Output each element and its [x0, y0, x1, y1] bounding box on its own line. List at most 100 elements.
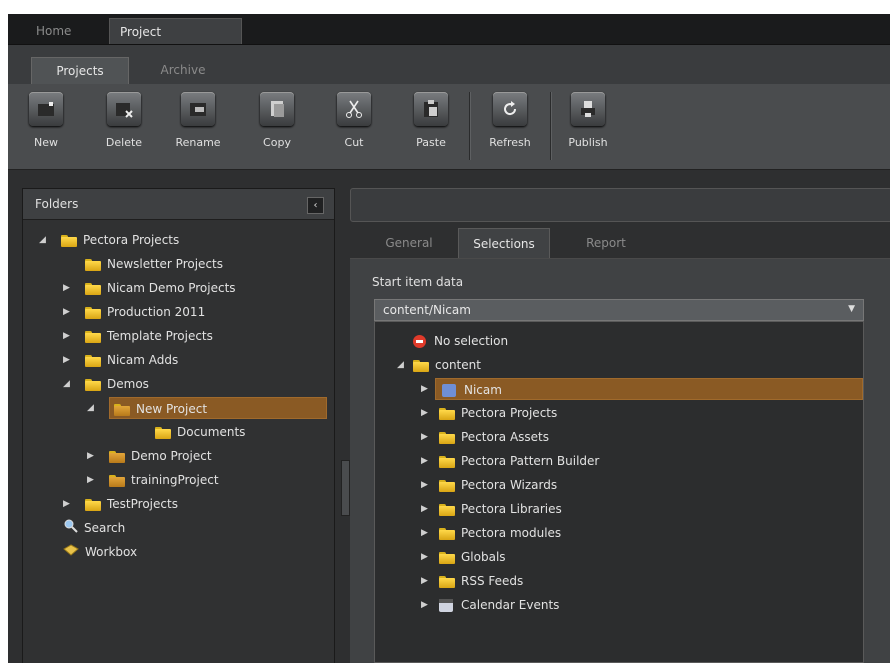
tree-item-pectora-wizards[interactable]: ▶ Pectora Wizards [421, 474, 557, 496]
expand-arrow-icon[interactable]: ◢ [39, 229, 46, 251]
folder-icon [85, 282, 101, 295]
project-manager-window: Home Project Manager✖ Projects Archive N… [8, 14, 890, 663]
calendar-icon [439, 599, 453, 612]
folder-icon [114, 403, 130, 416]
tab-projects[interactable]: Projects [31, 57, 129, 84]
rename-button[interactable]: Rename [168, 92, 228, 149]
tree-item-label: Production 2011 [107, 305, 206, 319]
new-button-label: New [34, 136, 58, 149]
tree-item-nicam-adds[interactable]: ▶ Nicam Adds [63, 349, 178, 371]
expand-arrow-icon[interactable]: ▶ [63, 349, 70, 371]
expand-arrow-icon[interactable]: ▶ [421, 570, 428, 592]
expand-arrow-icon[interactable]: ▶ [421, 378, 428, 400]
folder-icon [439, 575, 455, 588]
tree-item-content[interactable]: ◢ content [397, 354, 481, 376]
tab-home[interactable]: Home [26, 18, 104, 44]
tree-item-label: Demo Project [131, 449, 212, 463]
folders-title: Folders [35, 197, 79, 211]
tree-item-demos[interactable]: ◢ Demos [63, 373, 149, 395]
tree-item-test-projects[interactable]: ▶ TestProjects [63, 493, 178, 515]
tree-item-new-project[interactable]: New Project [109, 397, 327, 419]
expand-arrow-icon[interactable]: ▶ [421, 498, 428, 520]
new-button[interactable]: New [16, 92, 76, 149]
expand-arrow-icon[interactable]: ▶ [87, 469, 94, 491]
folder-icon [439, 503, 455, 516]
expand-arrow-icon[interactable]: ▶ [421, 402, 428, 424]
no-selection-item[interactable]: No selection [413, 330, 508, 352]
expand-arrow-icon[interactable]: ▶ [63, 301, 70, 323]
tree-item-demo-project[interactable]: ▶ Demo Project [87, 445, 212, 467]
tree-item-globals[interactable]: ▶ Globals [421, 546, 506, 568]
tree-item-pectora-modules[interactable]: ▶ Pectora modules [421, 522, 561, 544]
cut-icon [337, 92, 371, 126]
expand-arrow-icon[interactable]: ◢ [87, 397, 94, 419]
expand-arrow-icon[interactable]: ▶ [421, 426, 428, 448]
tree-item-production-2011[interactable]: ▶ Production 2011 [63, 301, 205, 323]
tree-item-pectora-projects[interactable]: ◢ Pectora Projects [39, 229, 179, 251]
expand-arrow-icon[interactable]: ▶ [421, 474, 428, 496]
expand-arrow-icon[interactable]: ▶ [421, 546, 428, 568]
folder-icon [439, 431, 455, 444]
tree-item-pectora-libraries[interactable]: ▶ Pectora Libraries [421, 498, 562, 520]
tree-item-nicam-demo-projects[interactable]: ▶ Nicam Demo Projects [63, 277, 236, 299]
expand-arrow-icon[interactable]: ▶ [421, 522, 428, 544]
collapse-panel-button[interactable]: ‹ [307, 197, 324, 214]
paste-button[interactable]: Paste [401, 92, 461, 149]
tree-item-template-projects[interactable]: ▶ Template Projects [63, 325, 213, 347]
tree-item-label: Pectora Projects [461, 406, 558, 420]
tree-item-label: Documents [177, 425, 246, 439]
cut-button-label: Cut [344, 136, 364, 149]
no-entry-icon [413, 335, 426, 348]
section-tab-bar: Projects Archive [8, 45, 890, 84]
folder-icon [85, 498, 101, 511]
start-item-dropdown[interactable]: content/Nicam ▼ [374, 299, 864, 321]
expand-arrow-icon[interactable]: ▶ [63, 277, 70, 299]
detail-header-bar [350, 188, 890, 222]
site-icon [442, 384, 456, 397]
workbox-link[interactable]: Workbox [63, 541, 137, 563]
tab-general[interactable]: General [366, 228, 452, 258]
expand-arrow-icon[interactable]: ▶ [63, 493, 70, 515]
tab-selections[interactable]: Selections [458, 228, 550, 258]
tree-item-nicam[interactable]: Nicam [435, 378, 863, 400]
copy-button[interactable]: Copy [247, 92, 307, 149]
tree-item-label: Calendar Events [461, 598, 560, 612]
tab-archive[interactable]: Archive [138, 57, 228, 84]
folder-icon [155, 426, 171, 439]
delete-button-label: Delete [105, 136, 143, 149]
tree-item-label: Pectora Pattern Builder [461, 454, 600, 468]
delete-button[interactable]: Delete [94, 92, 154, 149]
tree-item-documents[interactable]: Documents [133, 421, 245, 443]
tree-item-calendar-events[interactable]: ▶ Calendar Events [421, 594, 559, 616]
expand-arrow-icon[interactable]: ▶ [63, 325, 70, 347]
expand-arrow-icon[interactable]: ▶ [87, 445, 94, 467]
tree-item-pectora-projects[interactable]: ▶ Pectora Projects [421, 402, 557, 424]
search-link[interactable]: Search [63, 517, 125, 539]
folder-icon [439, 407, 455, 420]
copy-icon [260, 92, 294, 126]
cut-button[interactable]: Cut [324, 92, 384, 149]
tab-report[interactable]: Report [560, 228, 652, 258]
refresh-icon [493, 92, 527, 126]
tab-project-manager[interactable]: Project Manager✖ [109, 18, 242, 65]
panel-splitter-handle[interactable] [341, 460, 350, 516]
toolbar-divider [469, 92, 471, 160]
expand-arrow-icon[interactable]: ▶ [421, 594, 428, 616]
folders-panel: Folders ‹ ◢ Pectora Projects Newsletter … [22, 188, 335, 663]
refresh-button[interactable]: Refresh [480, 92, 540, 149]
tree-item-label: Demos [107, 377, 149, 391]
chevron-down-icon[interactable]: ▼ [848, 304, 855, 314]
publish-button[interactable]: Publish [558, 92, 618, 149]
expand-arrow-icon[interactable]: ▶ [421, 450, 428, 472]
detail-tab-bar: General Selections Report [350, 228, 890, 259]
tree-item-rss-feeds[interactable]: ▶ RSS Feeds [421, 570, 523, 592]
tree-item-newsletter-projects[interactable]: Newsletter Projects [63, 253, 223, 275]
tree-item-pectora-assets[interactable]: ▶ Pectora Assets [421, 426, 549, 448]
tree-item-training-project[interactable]: ▶ trainingProject [87, 469, 219, 491]
tree-item-pectora-pattern-builder[interactable]: ▶ Pectora Pattern Builder [421, 450, 599, 472]
new-icon [29, 92, 63, 126]
folder-icon [85, 258, 101, 271]
folder-icon [85, 354, 101, 367]
expand-arrow-icon[interactable]: ◢ [397, 354, 404, 376]
expand-arrow-icon[interactable]: ◢ [63, 373, 70, 395]
